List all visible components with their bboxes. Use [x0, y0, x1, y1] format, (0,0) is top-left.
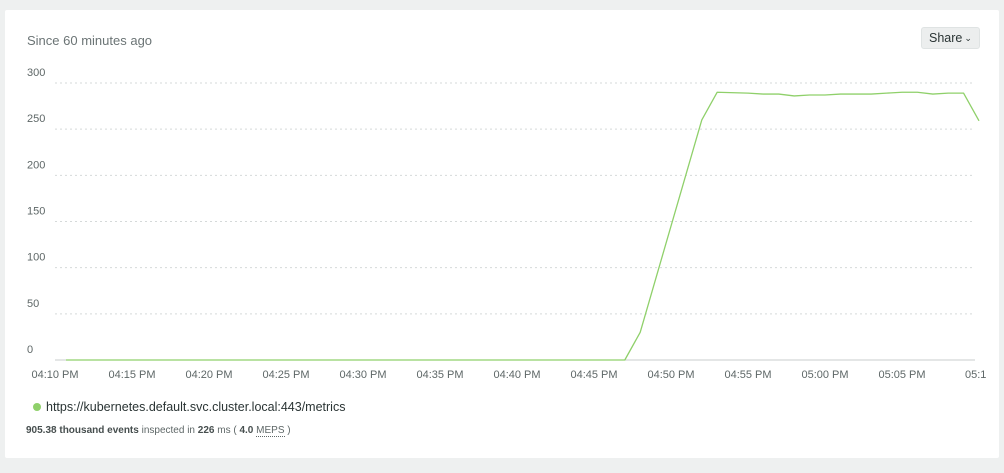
y-tick-label: 200: [27, 159, 45, 171]
x-tick-label: 04:25 PM: [262, 369, 309, 381]
x-axis: 04:10 PM 04:15 PM 04:20 PM 04:25 PM 04:30 PM…: [31, 369, 986, 381]
y-tick-label: 100: [27, 252, 45, 264]
x-tick-label: 05:1: [965, 369, 986, 381]
x-tick-label: 05:05 PM: [878, 369, 925, 381]
y-tick-label: 50: [27, 298, 39, 310]
x-tick-label: 04:50 PM: [647, 369, 694, 381]
y-tick-label: 150: [27, 206, 45, 218]
query-stats: 905.38 thousand events inspected in 226 …: [26, 425, 291, 437]
x-tick-label: 04:30 PM: [339, 369, 386, 381]
legend-series-label: https://kubernetes.default.svc.cluster.l…: [46, 400, 346, 414]
x-tick-label: 04:20 PM: [185, 369, 232, 381]
y-tick-label: 250: [27, 113, 45, 125]
meps-label[interactable]: MEPS: [256, 425, 285, 437]
y-tick-label: 0: [27, 344, 33, 356]
x-tick-label: 05:00 PM: [801, 369, 848, 381]
ms-label: ms (: [217, 425, 237, 436]
legend-dot: [33, 403, 41, 411]
duration-value: 226: [197, 425, 215, 436]
series-line[interactable]: [66, 91, 980, 361]
x-tick-label: 04:55 PM: [724, 369, 771, 381]
legend[interactable]: https://kubernetes.default.svc.cluster.l…: [33, 400, 345, 414]
y-tick-label: 300: [27, 67, 45, 79]
x-tick-label: 04:40 PM: [493, 369, 540, 381]
x-tick-label: 04:45 PM: [570, 369, 617, 381]
close-paren: ): [287, 425, 291, 436]
grid-layer: [55, 82, 975, 315]
x-tick-label: 04:35 PM: [416, 369, 463, 381]
y-axis: 0 50 100 150 200 250 300: [27, 67, 45, 356]
meps-value: 4.0: [239, 425, 254, 436]
inspected-in-label: inspected in: [141, 425, 195, 436]
events-count: 905.38 thousand events: [26, 425, 139, 436]
series-layer: [66, 91, 980, 361]
x-tick-label: 04:15 PM: [108, 369, 155, 381]
x-tick-label: 04:10 PM: [31, 369, 78, 381]
